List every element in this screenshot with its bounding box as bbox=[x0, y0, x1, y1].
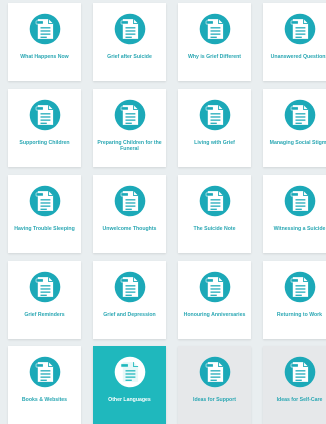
document-icon bbox=[197, 354, 233, 390]
tile-label: The Suicide Note bbox=[193, 226, 236, 232]
document-icon bbox=[27, 11, 63, 47]
document-icon bbox=[197, 11, 233, 47]
tile-label: Unanswered Questions bbox=[270, 54, 326, 60]
document-icon bbox=[282, 354, 318, 390]
document-icon bbox=[197, 183, 233, 219]
tile-label: Grief and Depression bbox=[103, 312, 156, 318]
tile-label: Ideas for Support bbox=[193, 397, 236, 403]
tile-label: Other Languages bbox=[108, 397, 151, 403]
document-icon bbox=[282, 183, 318, 219]
document-icon bbox=[197, 97, 233, 133]
tile-label: Unwelcome Thoughts bbox=[102, 226, 157, 232]
document-icon bbox=[27, 269, 63, 305]
document-icon bbox=[112, 183, 148, 219]
resource-tile-books-websites[interactable]: Books & Websites bbox=[8, 346, 81, 424]
document-icon bbox=[282, 11, 318, 47]
resource-tile-why-is-grief-different[interactable]: Why is Grief Different bbox=[178, 3, 251, 81]
resource-tile-grief-and-depression[interactable]: Grief and Depression bbox=[93, 261, 166, 339]
tile-label: Books & Websites bbox=[21, 397, 68, 403]
resource-tile-having-trouble-sleeping[interactable]: Having Trouble Sleeping bbox=[8, 175, 81, 253]
tile-label: Grief Reminders bbox=[24, 312, 65, 318]
resource-tile-grief-reminders[interactable]: Grief Reminders bbox=[8, 261, 81, 339]
tile-label: Having Trouble Sleeping bbox=[14, 226, 75, 232]
tile-label: Preparing Children for the Funeral bbox=[97, 140, 162, 153]
document-icon bbox=[27, 183, 63, 219]
resource-tile-unanswered-questions[interactable]: Unanswered Questions bbox=[263, 3, 326, 81]
resource-tile-ideas-for-self-care[interactable]: Ideas for Self-Care bbox=[263, 346, 326, 424]
document-icon bbox=[27, 354, 63, 390]
resource-tile-supporting-children[interactable]: Supporting Children bbox=[8, 89, 81, 167]
resource-tile-the-suicide-note[interactable]: The Suicide Note bbox=[178, 175, 251, 253]
tile-label: Living with Grief bbox=[194, 140, 235, 146]
document-icon bbox=[112, 354, 148, 390]
tile-label: Grief after Suicide bbox=[107, 54, 152, 60]
tile-label: What Happens Now bbox=[20, 54, 69, 60]
resource-tile-preparing-children-for-the-funeral[interactable]: Preparing Children for the Funeral bbox=[93, 89, 166, 167]
tile-label: Why is Grief Different bbox=[187, 54, 242, 60]
tile-label: Witnessing a Suicide bbox=[273, 226, 326, 232]
tile-label: Managing Social Stigma bbox=[269, 140, 326, 146]
document-icon bbox=[27, 97, 63, 133]
resource-tile-witnessing-a-suicide[interactable]: Witnessing a Suicide bbox=[263, 175, 326, 253]
tile-label: Honouring Anniversaries bbox=[183, 312, 246, 318]
resource-tile-what-happens-now[interactable]: What Happens Now bbox=[8, 3, 81, 81]
resource-tile-grief-after-suicide[interactable]: Grief after Suicide bbox=[93, 3, 166, 81]
tile-label: Ideas for Self-Care bbox=[276, 397, 323, 403]
resource-tile-ideas-for-support[interactable]: Ideas for Support bbox=[178, 346, 251, 424]
document-icon bbox=[282, 97, 318, 133]
resource-tile-returning-to-work[interactable]: Returning to Work bbox=[263, 261, 326, 339]
document-icon bbox=[112, 11, 148, 47]
resource-tile-unwelcome-thoughts[interactable]: Unwelcome Thoughts bbox=[93, 175, 166, 253]
resource-tile-honouring-anniversaries[interactable]: Honouring Anniversaries bbox=[178, 261, 251, 339]
resource-tile-living-with-grief[interactable]: Living with Grief bbox=[178, 89, 251, 167]
tile-label: Supporting Children bbox=[19, 140, 70, 146]
document-icon bbox=[112, 269, 148, 305]
document-icon bbox=[112, 97, 148, 133]
resource-tile-managing-social-stigma[interactable]: Managing Social Stigma bbox=[263, 89, 326, 167]
resource-tile-other-languages[interactable]: Other Languages bbox=[93, 346, 166, 424]
tile-label: Returning to Work bbox=[276, 312, 323, 318]
document-icon bbox=[197, 269, 233, 305]
document-icon bbox=[282, 269, 318, 305]
resource-grid: What Happens Now Grief after Suicide Why i… bbox=[0, 0, 326, 424]
